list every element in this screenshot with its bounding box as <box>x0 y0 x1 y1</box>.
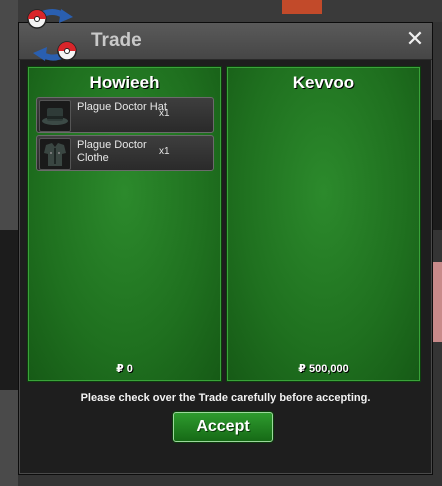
window-title: Trade <box>91 30 142 51</box>
item-name: Plague Doctor Hat <box>77 101 167 113</box>
trade-window: Trade ✕ Howieeh Plague Doctor Hat x1 Pla… <box>18 9 433 475</box>
player-name-right: Kevvoo <box>292 73 355 92</box>
trade-item[interactable]: Plague Doctor Hat x1 <box>36 97 214 133</box>
hat-icon <box>39 100 71 132</box>
money-offer-right: ₽ 500,000 <box>298 363 349 375</box>
background-shadow-left <box>0 230 18 390</box>
trade-warning-text: Please check over the Trade carefully be… <box>80 392 371 404</box>
trade-panel-right: Kevvoo ₽ 500,000 <box>226 66 421 382</box>
accept-button[interactable]: Accept <box>173 412 273 442</box>
item-quantity: x1 <box>159 146 170 157</box>
trade-logo-icon <box>27 9 77 61</box>
close-icon[interactable]: ✕ <box>404 28 426 50</box>
trade-panel-left: Howieeh Plague Doctor Hat x1 Plague Doct… <box>27 66 222 382</box>
clothes-icon <box>39 138 71 170</box>
background-character-top <box>282 0 322 14</box>
item-quantity: x1 <box>159 108 170 119</box>
item-name: Plague Doctor Clothe <box>77 139 147 164</box>
money-offer-left: ₽ 0 <box>116 363 133 375</box>
trade-item[interactable]: Plague Doctor Clothe x1 <box>36 135 214 171</box>
player-name-left: Howieeh <box>89 73 160 92</box>
